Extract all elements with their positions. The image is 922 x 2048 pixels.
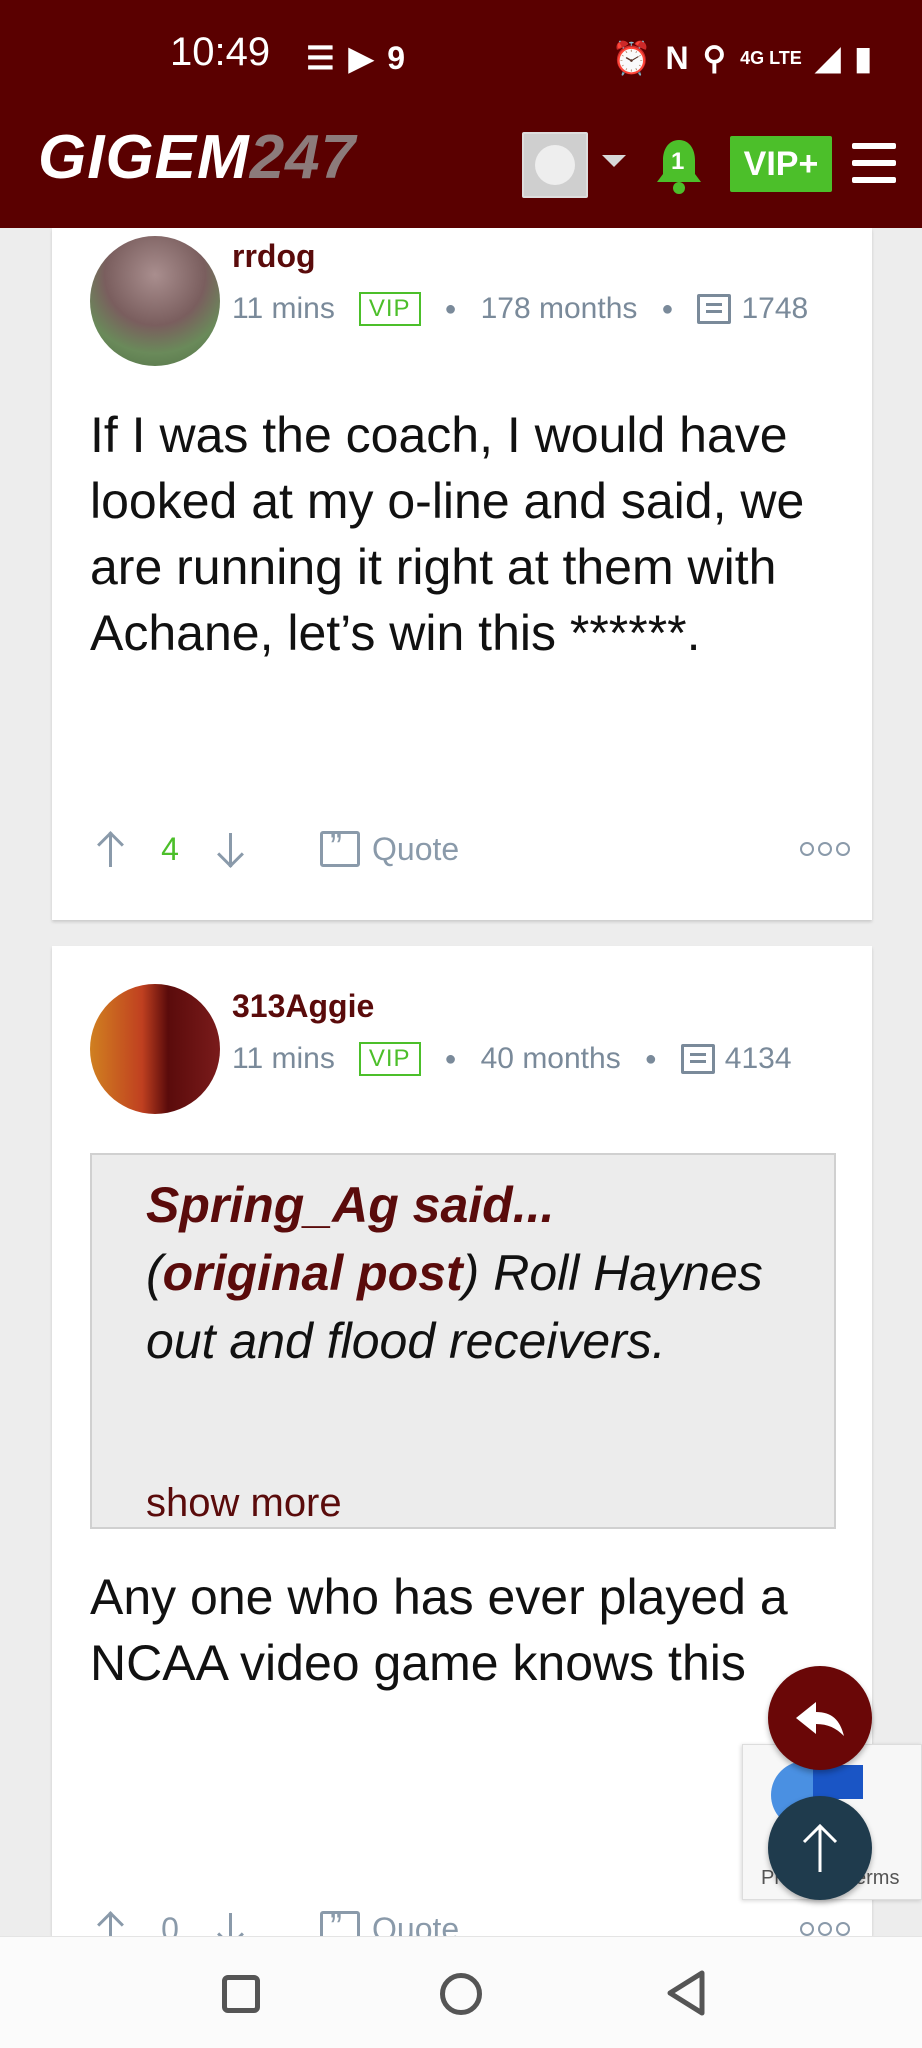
dot-icon <box>818 1922 832 1936</box>
post-count: 1748 <box>697 292 808 326</box>
site-logo[interactable]: GIGEM247 <box>38 122 356 193</box>
separator-dot: ● <box>644 1047 657 1070</box>
member-tenure: 40 months <box>480 1042 621 1075</box>
separator-dot: ● <box>444 1047 457 1070</box>
post-body: Any one who has ever played a NCAA video… <box>90 1569 788 1691</box>
quote-text: Spring_Ag said... (original post) Roll H… <box>146 1177 763 1369</box>
arrow-up-icon <box>802 1823 838 1872</box>
quote-label: Quote <box>372 830 460 867</box>
nine-icon: 9 <box>387 40 406 76</box>
espn-icon: ☰ <box>306 40 335 76</box>
dot-icon <box>818 842 832 856</box>
hamburger-line <box>852 143 896 149</box>
original-post-link[interactable]: original post <box>163 1245 463 1301</box>
logo-main: GIGEM <box>38 123 250 192</box>
system-nav-bar <box>0 1936 922 2048</box>
nfc-icon: N <box>665 40 689 76</box>
post-actions: 4 Quote <box>90 824 850 874</box>
signal-icon: ◢ <box>815 40 841 76</box>
dot-icon <box>800 1922 814 1936</box>
upvote-arrow-icon[interactable] <box>90 829 130 869</box>
reply-icon <box>796 1702 844 1736</box>
chevron-down-icon[interactable] <box>602 155 626 167</box>
top-bar: 10:49 ☰ ▶ 9 ⏰ N ⚲ 4G LTE ◢ ▮ GIGEM247 1 … <box>0 0 922 228</box>
content-column: rrdog 11 mins VIP ● 178 months ● 1748 If… <box>24 228 898 1948</box>
key-icon: ⚲ <box>702 40 727 76</box>
notification-bell-button[interactable]: 1 <box>654 136 704 196</box>
post-count-value: 4134 <box>724 1042 792 1075</box>
post-meta: 11 mins VIP ● 40 months ● 4134 <box>232 1042 792 1076</box>
reply-button[interactable] <box>768 1666 872 1770</box>
scroll-to-top-button[interactable] <box>768 1796 872 1900</box>
post-card: rrdog 11 mins VIP ● 178 months ● 1748 If… <box>52 228 872 920</box>
post-meta: 11 mins VIP ● 178 months ● 1748 <box>232 292 808 326</box>
post-count-value: 1748 <box>741 292 809 325</box>
vip-badge: VIP <box>358 292 421 326</box>
separator-dot: ● <box>444 297 457 320</box>
vip-badge: VIP <box>358 1042 421 1076</box>
avatar[interactable] <box>90 236 220 366</box>
logo-number: 247 <box>249 123 357 192</box>
user-avatar-button[interactable] <box>522 132 588 198</box>
show-more-link[interactable]: show more <box>146 1481 342 1526</box>
quoted-post: Spring_Ag said... (original post) Roll H… <box>90 1153 836 1529</box>
youtube-icon: ▶ <box>348 40 374 76</box>
post-count: 4134 <box>680 1042 792 1076</box>
notification-count: 1 <box>671 148 685 175</box>
post-body: If I was the coach, I would have looked … <box>90 407 805 661</box>
recents-button[interactable] <box>222 1975 260 2013</box>
dot-icon <box>836 1922 850 1936</box>
message-icon <box>697 294 732 324</box>
post-time[interactable]: 11 mins <box>232 292 335 326</box>
avatar-icon <box>535 145 575 185</box>
back-button[interactable] <box>664 1969 708 2017</box>
hamburger-line <box>852 177 896 183</box>
hamburger-line <box>852 160 896 166</box>
dot-icon <box>836 842 850 856</box>
member-tenure: 178 months <box>480 292 638 325</box>
quote-button[interactable]: Quote <box>320 826 460 868</box>
downvote-arrow-icon[interactable] <box>210 829 250 869</box>
home-button[interactable] <box>440 1973 482 2015</box>
username[interactable]: 313Aggie <box>232 988 374 1025</box>
username[interactable]: rrdog <box>232 238 316 275</box>
quote-author[interactable]: Spring_Ag said... <box>146 1177 554 1233</box>
battery-icon: ▮ <box>854 40 872 76</box>
status-left-icons: ☰ ▶ 9 <box>306 38 405 78</box>
message-icon <box>680 1044 715 1074</box>
alarm-icon: ⏰ <box>611 40 652 76</box>
vote-count: 4 <box>161 830 179 867</box>
menu-button[interactable] <box>852 143 896 183</box>
vip-plus-button[interactable]: VIP+ <box>730 136 832 192</box>
status-right-icons: ⏰ N ⚲ 4G LTE ◢ ▮ <box>612 38 872 78</box>
quote-icon <box>320 826 360 868</box>
more-options-button[interactable] <box>800 842 850 856</box>
avatar[interactable] <box>90 984 220 1114</box>
separator-dot: ● <box>661 297 674 320</box>
more-options-button[interactable] <box>800 1922 850 1936</box>
4g-lte-icon: 4G LTE <box>740 48 802 68</box>
post-time[interactable]: 11 mins <box>232 1042 335 1076</box>
status-time: 10:49 <box>170 30 271 74</box>
dot-icon <box>800 842 814 856</box>
